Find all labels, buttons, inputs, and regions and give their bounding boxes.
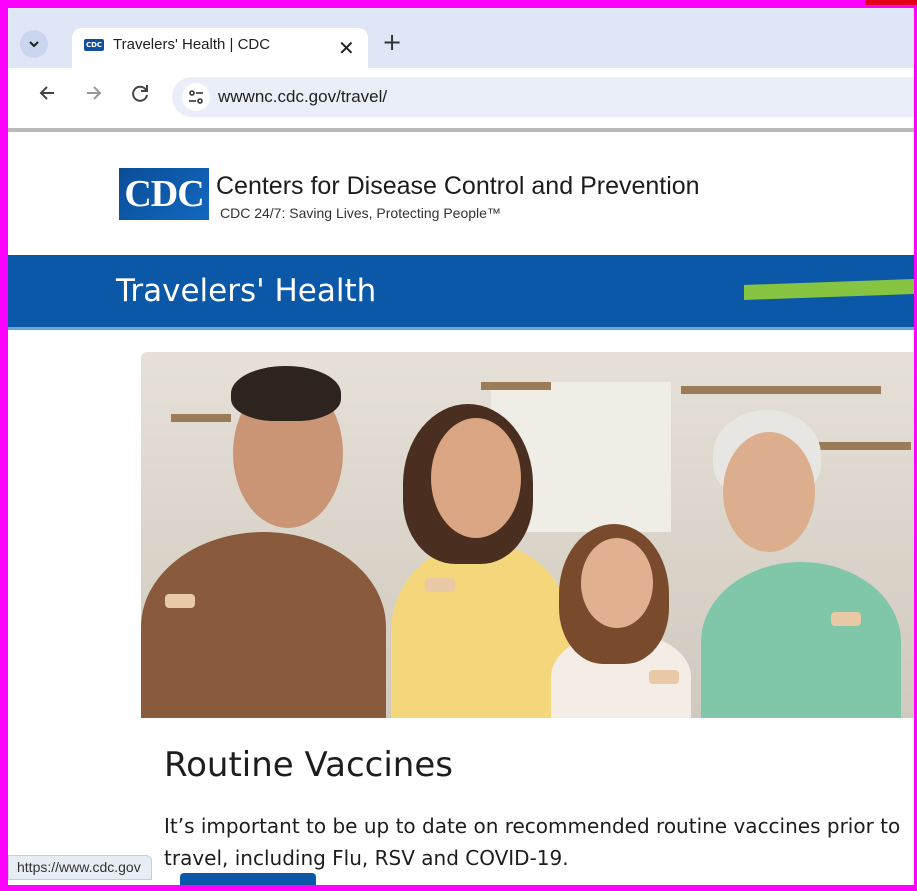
url-text[interactable]: wwwnc.cdc.gov/travel/ <box>218 87 387 107</box>
banner-underline <box>8 327 914 330</box>
bandage-grandmother <box>831 612 861 626</box>
tab-strip: CDC Travelers' Health | CDC ✕ + <box>8 8 914 68</box>
bandage-girl <box>649 670 679 684</box>
tune-icon <box>189 90 203 104</box>
cdc-favicon-icon: CDC <box>84 39 104 51</box>
background-shelf <box>681 386 881 394</box>
tab-title: Travelers' Health | CDC <box>113 36 271 53</box>
woman-shirt <box>391 542 571 718</box>
section-description: It’s important to be up to date on recom… <box>164 814 901 870</box>
background-shelf <box>171 414 231 422</box>
favicon-text: CDC <box>85 41 103 49</box>
hero-image-family-vaccinated <box>141 352 914 718</box>
woman-head <box>431 418 521 538</box>
navigation-toolbar: wwwnc.cdc.gov/travel/ <box>8 68 914 128</box>
top-right-red-marker <box>865 0 917 5</box>
bandage-woman <box>425 578 455 592</box>
reload-icon[interactable] <box>129 82 151 104</box>
address-bar[interactable]: wwwnc.cdc.gov/travel/ <box>172 77 914 117</box>
site-info-button[interactable] <box>182 83 210 111</box>
girl-head <box>581 538 653 628</box>
learn-more-button[interactable] <box>180 873 316 885</box>
grandmother-shirt <box>701 562 901 718</box>
man-shirt <box>141 532 386 718</box>
arrow-left-icon[interactable] <box>36 82 58 104</box>
man-hair <box>231 366 341 421</box>
background-shelf <box>481 382 551 390</box>
green-accent-bar <box>744 279 914 300</box>
browser-window: CDC Travelers' Health | CDC ✕ + wwwnc.cd… <box>8 8 914 885</box>
active-tab[interactable]: CDC Travelers' Health | CDC ✕ <box>72 28 368 68</box>
section-heading[interactable]: Routine Vaccines <box>164 745 453 785</box>
toolbar-divider <box>8 128 914 132</box>
grandmother-head <box>723 432 815 552</box>
tagline: CDC 24/7: Saving Lives, Protecting Peopl… <box>220 205 501 221</box>
close-tab-icon[interactable]: ✕ <box>338 36 355 60</box>
banner-title[interactable]: Travelers' Health <box>116 273 376 309</box>
arrow-right-icon[interactable] <box>83 82 105 104</box>
new-tab-button[interactable]: + <box>382 28 402 56</box>
bandage-man <box>165 594 195 608</box>
cdc-logo[interactable]: CDC <box>119 168 209 220</box>
tab-search-button[interactable] <box>20 30 48 58</box>
section-banner: Travelers' Health <box>8 255 914 327</box>
chevron-down-icon <box>29 41 39 48</box>
cdc-logo-text: CDC <box>124 173 204 215</box>
org-name[interactable]: Centers for Disease Control and Preventi… <box>216 172 700 201</box>
status-bar-url: https://www.cdc.gov <box>8 855 152 880</box>
